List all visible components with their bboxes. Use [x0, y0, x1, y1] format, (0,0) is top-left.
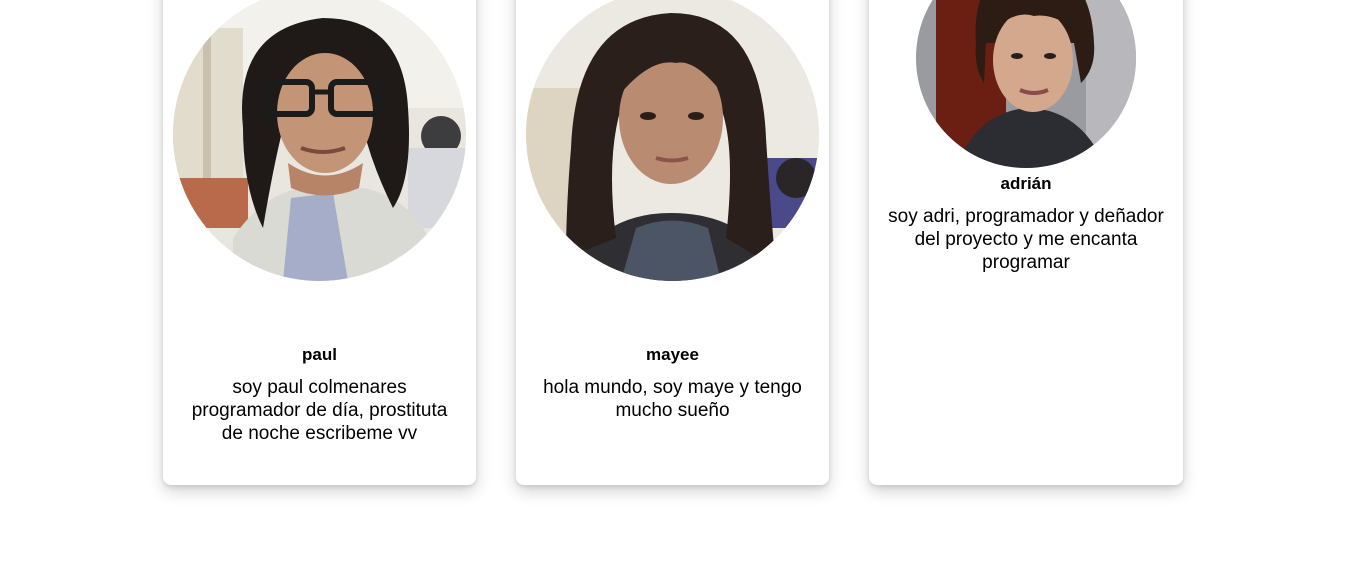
member-name: mayee — [646, 345, 699, 364]
member-name: adrián — [1000, 174, 1052, 193]
team-section: paul soy paul colmenares programador de … — [0, 0, 1348, 562]
member-bio: hola mundo, soy maye y tengo mucho sueño — [543, 377, 802, 421]
member-bio: soy adri, programador y deñador del proy… — [888, 206, 1164, 273]
member-card-paul: paul soy paul colmenares programador de … — [163, 0, 476, 485]
member-card-adrian: adrián soy adri, programador y deñador d… — [869, 0, 1183, 485]
member-card-mayee: mayee hola mundo, soy maye y tengo mucho… — [516, 0, 829, 485]
member-photo — [916, 0, 1136, 168]
member-bio: soy paul colmenares programador de día, … — [191, 377, 448, 444]
member-photo — [173, 0, 466, 281]
member-photo — [526, 0, 819, 281]
member-name: paul — [302, 345, 337, 364]
